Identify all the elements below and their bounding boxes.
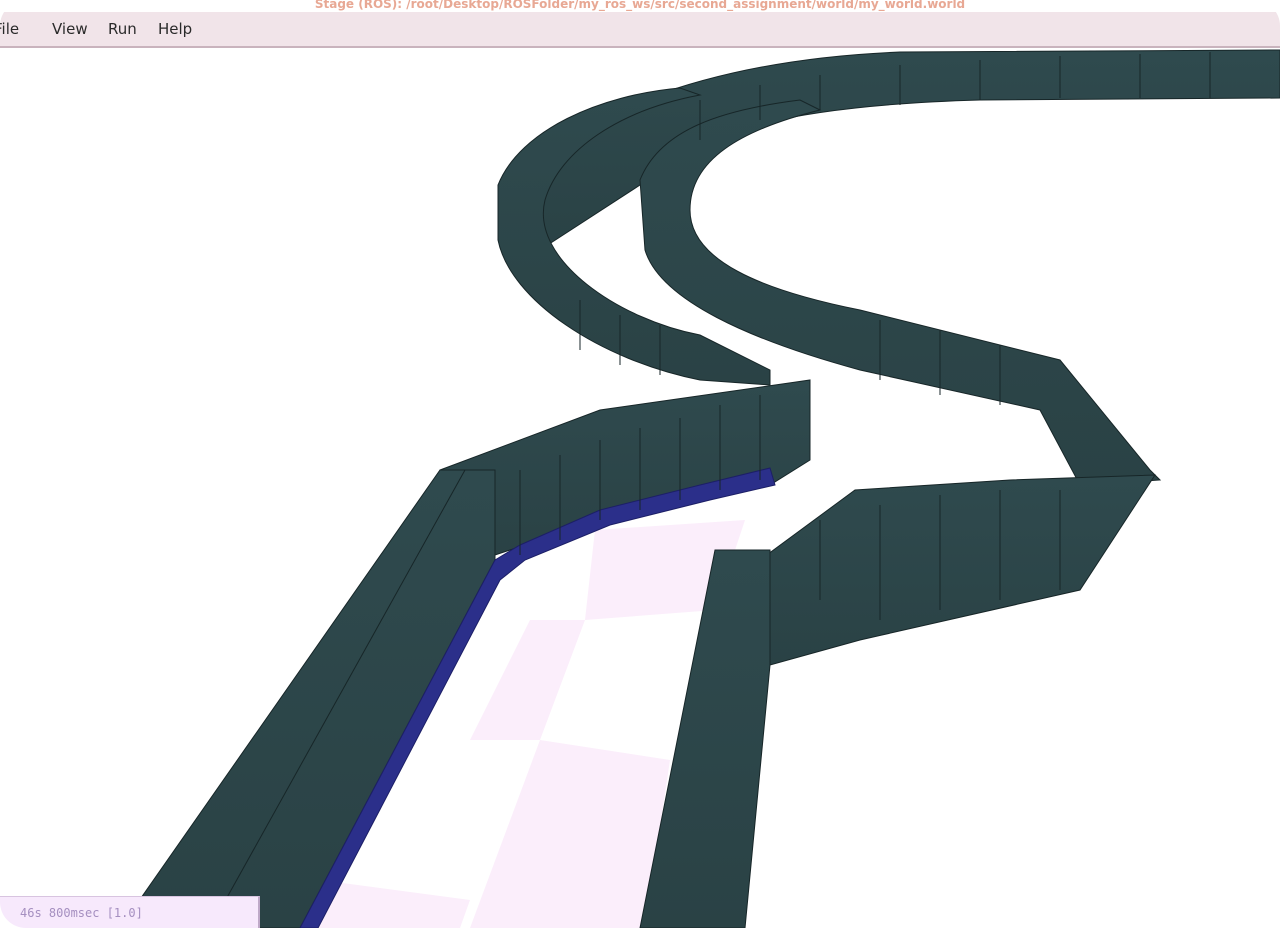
menu-help[interactable]: Help [158, 20, 192, 38]
stage-window: Stage (ROS): /root/Desktop/ROSFolder/my_… [0, 0, 1280, 928]
menu-run[interactable]: Run [108, 20, 137, 38]
3d-world-viewport[interactable] [0, 48, 1280, 928]
menu-view-label: View [52, 20, 88, 38]
wall-segment [759, 474, 1156, 666]
floor-tile [470, 620, 585, 740]
menu-file[interactable]: File [0, 20, 19, 38]
floor-tile [470, 740, 670, 928]
menu-bar: File View Run Help [0, 12, 1280, 48]
window-title: Stage (ROS): /root/Desktop/ROSFolder/my_… [314, 0, 966, 11]
wall-segment [119, 469, 496, 928]
menu-view[interactable]: View [52, 20, 88, 38]
menu-run-label: Run [108, 20, 137, 38]
simulation-clock: 46s 800msec [1.0] [0, 896, 260, 928]
window-title-bar: Stage (ROS): /root/Desktop/ROSFolder/my_… [0, 0, 1280, 12]
menu-file-label: File [0, 20, 20, 38]
simulation-clock-text: 46s 800msec [1.0] [20, 906, 143, 920]
menu-help-label: Help [158, 20, 193, 38]
world-scene [119, 49, 1280, 928]
wall-segment [499, 49, 1280, 251]
